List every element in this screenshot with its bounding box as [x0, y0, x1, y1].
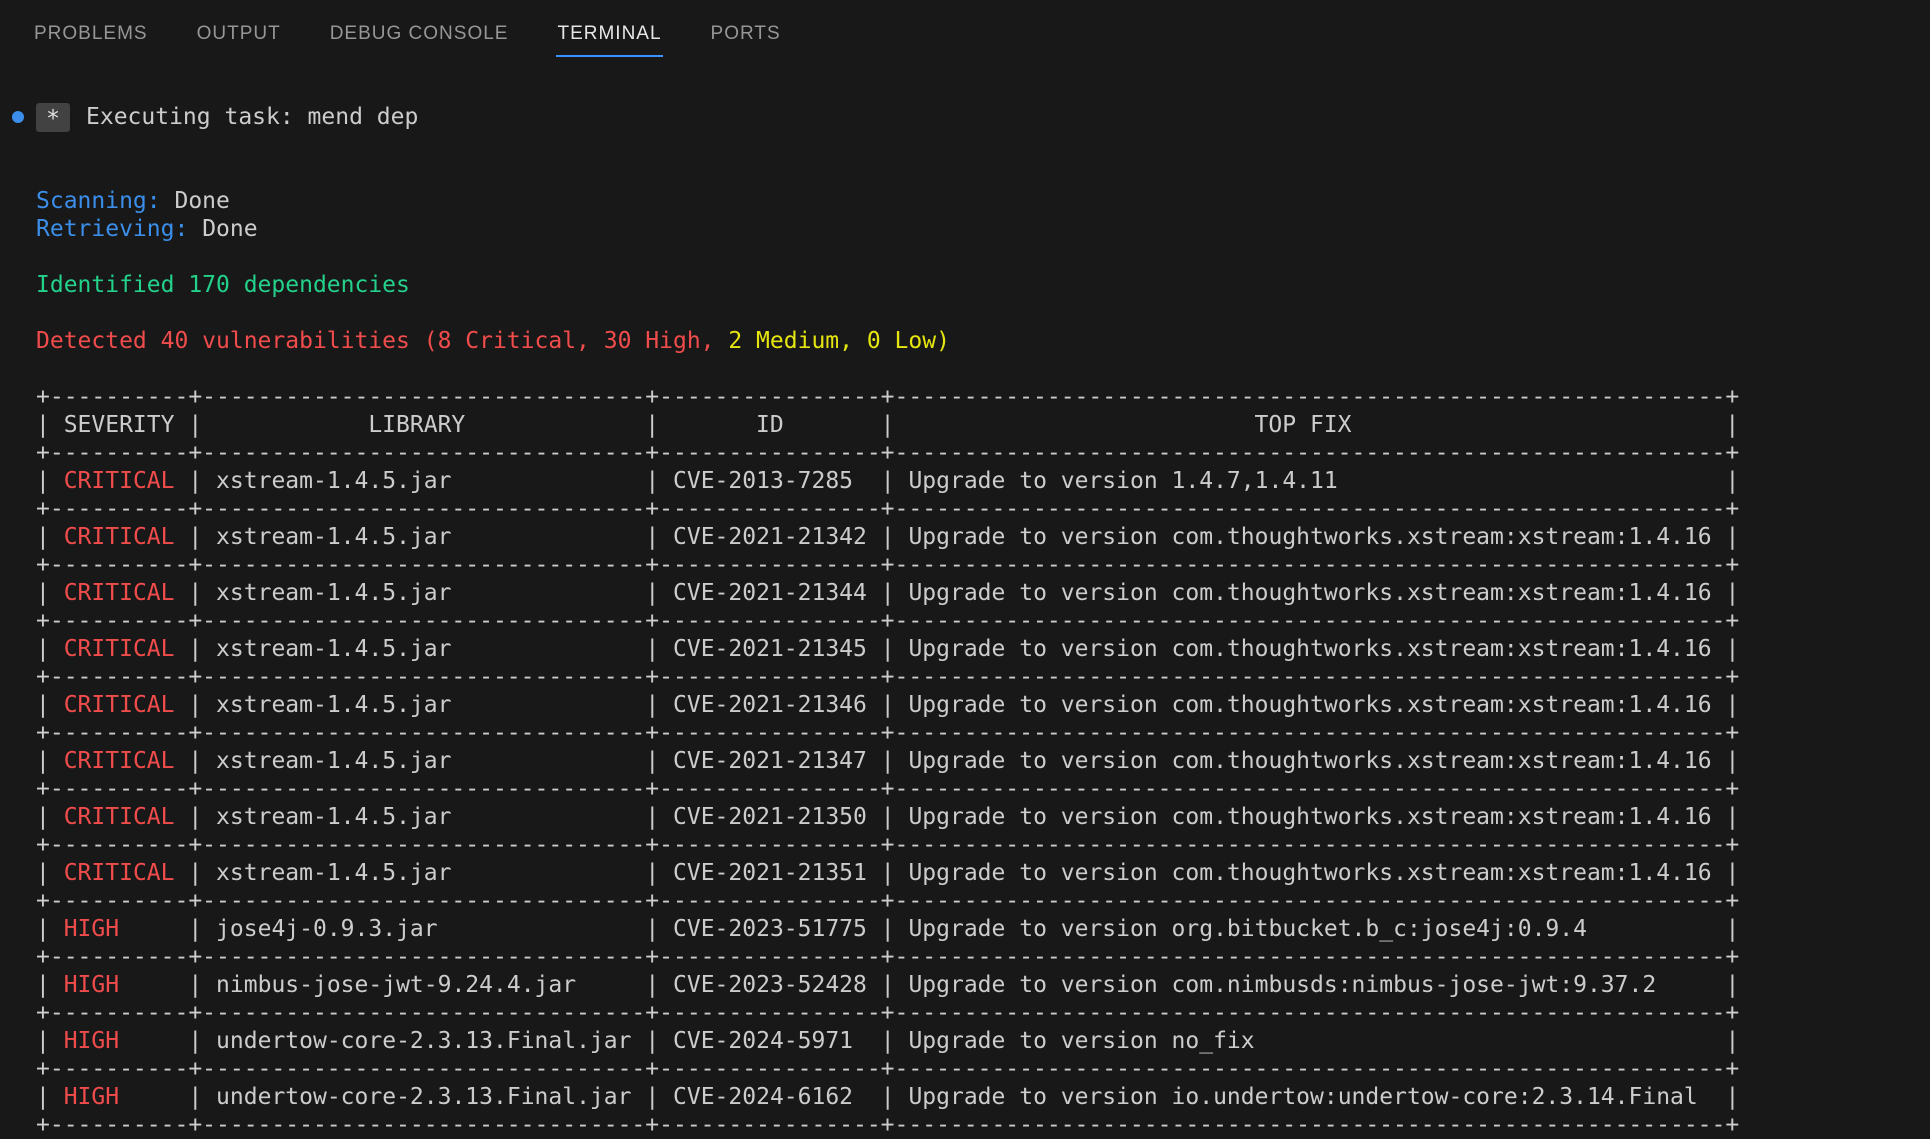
scanning-label: Scanning:: [36, 188, 161, 214]
blank-line: [36, 355, 1930, 383]
retrieving-status-line: Retrieving: Done: [36, 215, 1930, 243]
detected-segment: Detected 40 vulnerabilities (8 Critical,…: [36, 328, 728, 354]
table-header-row: | SEVERITY | LIBRARY | ID | TOP FIX |: [36, 411, 1930, 439]
table-row: | CRITICAL | xstream-1.4.5.jar | CVE-202…: [36, 523, 1930, 551]
blank-line: [36, 299, 1930, 327]
blank-line: [36, 131, 1930, 159]
table-row: | CRITICAL | xstream-1.4.5.jar | CVE-202…: [36, 635, 1930, 663]
table-row: | CRITICAL | xstream-1.4.5.jar | CVE-202…: [36, 579, 1930, 607]
retrieving-label: Retrieving:: [36, 216, 188, 242]
retrieving-value: Done: [202, 216, 257, 242]
table-row: | CRITICAL | xstream-1.4.5.jar | CVE-202…: [36, 859, 1930, 887]
table-row: | CRITICAL | xstream-1.4.5.jar | CVE-201…: [36, 467, 1930, 495]
panel-tab-problems[interactable]: PROBLEMS: [33, 12, 149, 57]
identified-line: Identified 170 dependencies: [36, 271, 1930, 299]
panel-tab-debug-console[interactable]: DEBUG CONSOLE: [329, 12, 510, 57]
table-border: +----------+----------------------------…: [36, 943, 1930, 971]
table-border: +----------+----------------------------…: [36, 887, 1930, 915]
blank-line: [36, 243, 1930, 271]
vulnerability-table: +----------+----------------------------…: [36, 383, 1930, 1139]
table-row: | CRITICAL | xstream-1.4.5.jar | CVE-202…: [36, 691, 1930, 719]
terminal-command-decoration-icon[interactable]: [12, 111, 24, 123]
severity-cell: HIGH: [50, 972, 188, 998]
table-row: | HIGH | undertow-core-2.3.13.Final.jar …: [36, 1083, 1930, 1111]
table-border: +----------+----------------------------…: [36, 1111, 1930, 1139]
severity-cell: CRITICAL: [50, 468, 188, 494]
table-row: | HIGH | jose4j-0.9.3.jar | CVE-2023-517…: [36, 915, 1930, 943]
table-border: +----------+----------------------------…: [36, 719, 1930, 747]
panel-tabbar: PROBLEMS OUTPUT DEBUG CONSOLE TERMINAL PORTS: [0, 0, 1930, 69]
severity-cell: CRITICAL: [50, 636, 188, 662]
severity-cell: CRITICAL: [50, 860, 188, 886]
table-row: | HIGH | undertow-core-2.3.13.Final.jar …: [36, 1027, 1930, 1055]
table-border: +----------+----------------------------…: [36, 775, 1930, 803]
panel-tab-ports[interactable]: PORTS: [710, 12, 782, 57]
severity-cell: HIGH: [50, 1084, 188, 1110]
panel-tab-terminal[interactable]: TERMINAL: [556, 12, 662, 57]
detected-segment: 2 Medium, 0 Low): [728, 328, 950, 354]
severity-cell: CRITICAL: [50, 748, 188, 774]
table-border: +----------+----------------------------…: [36, 999, 1930, 1027]
severity-cell: CRITICAL: [50, 692, 188, 718]
scanning-status-line: Scanning: Done: [36, 187, 1930, 215]
table-border: +----------+----------------------------…: [36, 1055, 1930, 1083]
task-line: * Executing task: mend dep: [36, 103, 1930, 131]
scanning-value: Done: [174, 188, 229, 214]
severity-cell: CRITICAL: [50, 580, 188, 606]
table-border: +----------+----------------------------…: [36, 383, 1930, 411]
terminal-view[interactable]: * Executing task: mend dep Scanning: Don…: [0, 69, 1930, 1139]
severity-cell: CRITICAL: [50, 804, 188, 830]
identified-text: Identified 170 dependencies: [36, 272, 410, 298]
table-row: | HIGH | nimbus-jose-jwt-9.24.4.jar | CV…: [36, 971, 1930, 999]
table-border: +----------+----------------------------…: [36, 831, 1930, 859]
severity-cell: HIGH: [50, 916, 188, 942]
table-border: +----------+----------------------------…: [36, 495, 1930, 523]
detected-line: Detected 40 vulnerabilities (8 Critical,…: [36, 327, 1930, 355]
table-border: +----------+----------------------------…: [36, 551, 1930, 579]
panel-tab-output[interactable]: OUTPUT: [196, 12, 282, 57]
severity-cell: HIGH: [50, 1028, 188, 1054]
table-border: +----------+----------------------------…: [36, 607, 1930, 635]
table-row: | CRITICAL | xstream-1.4.5.jar | CVE-202…: [36, 747, 1930, 775]
table-border: +----------+----------------------------…: [36, 663, 1930, 691]
table-row: | CRITICAL | xstream-1.4.5.jar | CVE-202…: [36, 803, 1930, 831]
severity-cell: CRITICAL: [50, 524, 188, 550]
blank-line: [36, 159, 1930, 187]
table-border: +----------+----------------------------…: [36, 439, 1930, 467]
task-badge: *: [36, 103, 70, 132]
task-label: Executing task: mend dep: [86, 103, 418, 131]
